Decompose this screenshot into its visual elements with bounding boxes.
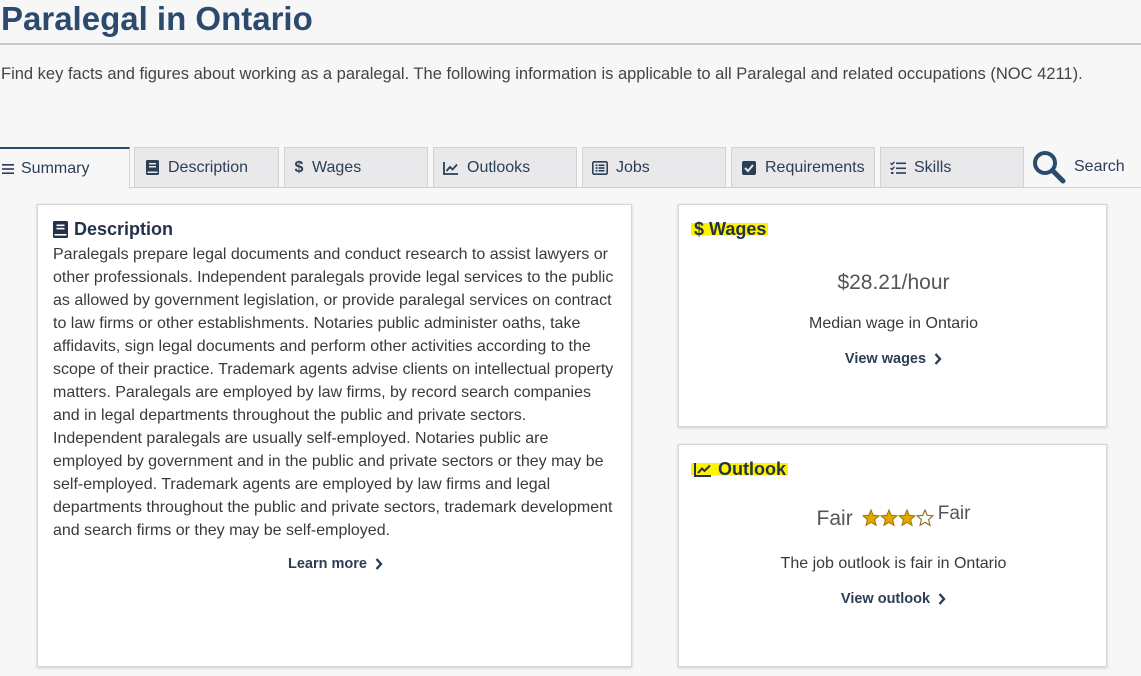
outlook-heading-label: Outlook [718, 459, 786, 479]
tab-bar: Summary Description $ Wages Outlooks Job… [0, 147, 1141, 189]
wages-card: $ Wages $28.21/hour Median wage in Ontar… [678, 204, 1107, 427]
wages-heading: $ Wages [691, 219, 769, 240]
tab-label: Wages [312, 158, 362, 176]
outlook-caption: The job outlook is fair in Ontario [780, 555, 1007, 572]
tab-summary[interactable]: Summary [0, 147, 130, 189]
outlook-rating-text: Fair [816, 507, 853, 530]
tab-label: Summary [21, 160, 90, 177]
tab-requirements[interactable]: Requirements [731, 147, 875, 187]
checklist-icon [890, 160, 906, 176]
view-wages-link[interactable]: View wages [845, 351, 942, 367]
page-title: Paralegal in Ontario [1, 0, 313, 37]
list-icon [592, 160, 608, 176]
learn-more-link[interactable]: Learn more [288, 556, 383, 572]
outlook-card: Outlook Fair Fair The job outlook is fai… [678, 444, 1107, 667]
view-outlook-link[interactable]: View outlook [841, 591, 946, 607]
median-wage-caption: Median wage in Ontario [809, 315, 978, 332]
star-filled-icon [879, 509, 898, 527]
view-wages-label: View wages [844, 351, 927, 367]
median-wage-value: $28.21/hour [837, 271, 950, 294]
description-card: Description Paralegals prepare legal doc… [37, 204, 632, 667]
tab-description[interactable]: Description [134, 147, 279, 187]
trend-chart-icon [443, 160, 459, 176]
book-icon [53, 221, 68, 238]
star-rating [861, 509, 934, 527]
tab-label: Outlooks [467, 158, 531, 176]
chevron-right-icon [934, 353, 942, 365]
tab-skills[interactable]: Skills [880, 147, 1024, 187]
trend-chart-icon [694, 462, 712, 477]
outlook-rating: Fair Fair [679, 503, 1108, 531]
tab-jobs[interactable]: Jobs [582, 147, 726, 187]
tab-wages[interactable]: $ Wages [284, 147, 428, 187]
dollar-icon: $ [694, 219, 705, 239]
search-icon [1032, 150, 1066, 184]
chevron-right-icon [938, 593, 946, 605]
description-heading-label: Description [74, 219, 174, 239]
tab-label: Requirements [765, 158, 865, 176]
chevron-right-icon [375, 558, 383, 570]
view-outlook-label: View outlook [840, 591, 931, 607]
star-rating-label: Fair [937, 503, 971, 524]
star-filled-icon [897, 509, 916, 527]
checkbox-icon [741, 160, 757, 176]
star-filled-icon [861, 509, 880, 527]
page-intro: Find key facts and figures about working… [1, 65, 1083, 83]
outlook-heading: Outlook [691, 459, 788, 480]
description-heading: Description [53, 219, 173, 240]
title-divider [0, 43, 1141, 45]
learn-more-label: Learn more [288, 556, 367, 572]
tab-label: Skills [914, 158, 952, 176]
wages-heading-label: Wages [709, 219, 767, 239]
book-icon [144, 160, 160, 176]
search-label: Search [1074, 158, 1125, 175]
star-empty-icon [915, 509, 934, 527]
tab-label: Description [168, 158, 249, 176]
menu-icon [0, 161, 16, 177]
dollar-icon: $ [294, 158, 304, 176]
tab-outlooks[interactable]: Outlooks [433, 147, 577, 187]
description-text: Paralegals prepare legal documents and c… [53, 246, 614, 539]
tab-label: Jobs [616, 158, 650, 176]
search-button[interactable]: Search [1032, 147, 1141, 187]
